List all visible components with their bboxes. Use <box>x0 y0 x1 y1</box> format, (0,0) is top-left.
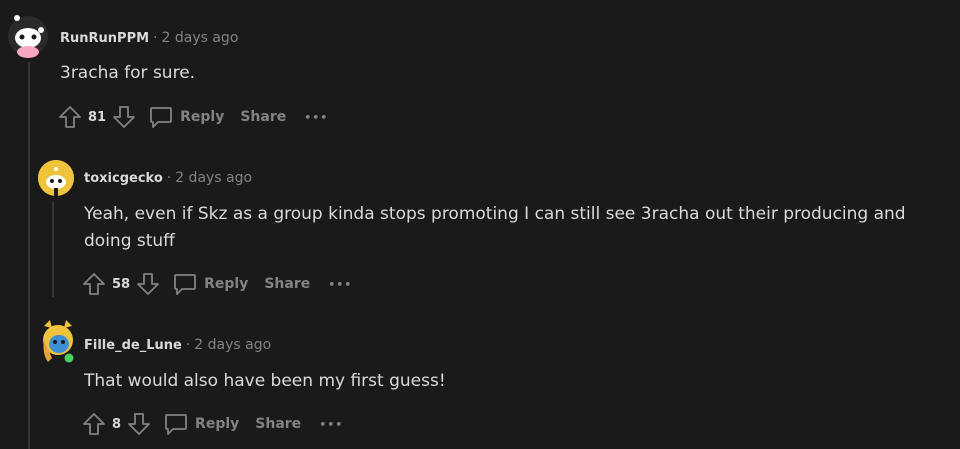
upvote-icon[interactable] <box>58 105 82 129</box>
vote-score: 58 <box>112 276 131 292</box>
thread-line-level2[interactable] <box>52 202 54 297</box>
thread-line-level1[interactable] <box>28 62 30 449</box>
vote-score: 81 <box>88 109 107 125</box>
username[interactable]: toxicgecko <box>84 171 163 186</box>
snoo-avatar-icon <box>38 160 74 196</box>
downvote-icon[interactable] <box>112 105 136 129</box>
comment-actions: 58 Reply Share ••• <box>82 270 352 298</box>
downvote-icon[interactable] <box>127 412 151 436</box>
reply-button[interactable]: Reply <box>163 411 239 437</box>
online-status-icon <box>64 353 74 363</box>
reply-label: Reply <box>180 109 225 125</box>
comment-icon <box>172 271 198 297</box>
comment-actions: 81 Reply Share ••• <box>58 103 328 131</box>
reply-button[interactable]: Reply <box>172 271 248 297</box>
comment-icon <box>148 104 174 130</box>
timestamp[interactable]: 2 days ago <box>162 30 239 46</box>
username[interactable]: Fille_de_Lune <box>84 338 182 353</box>
avatar[interactable] <box>38 320 78 366</box>
comment-body: Yeah, even if Skz as a group kinda stops… <box>84 204 906 251</box>
upvote-icon[interactable] <box>82 272 106 296</box>
separator: · <box>166 170 172 186</box>
comment-icon <box>163 411 189 437</box>
reply-label: Reply <box>195 416 240 432</box>
timestamp[interactable]: 2 days ago <box>194 337 271 353</box>
reply-button[interactable]: Reply <box>148 104 224 130</box>
snoo-avatar-icon <box>43 320 75 364</box>
timestamp[interactable]: 2 days ago <box>175 170 252 186</box>
upvote-icon[interactable] <box>82 412 106 436</box>
username[interactable]: RunRunPPM <box>60 31 149 46</box>
more-options-icon[interactable]: ••• <box>328 278 352 291</box>
separator: · <box>153 30 158 46</box>
share-button[interactable]: Share <box>240 109 286 125</box>
more-options-icon[interactable]: ••• <box>304 111 328 124</box>
vote-score: 8 <box>112 416 122 432</box>
more-options-icon[interactable]: ••• <box>319 418 343 431</box>
avatar[interactable] <box>8 14 48 58</box>
share-button[interactable]: Share <box>255 416 301 432</box>
comment-body: 3racha for sure. <box>60 63 196 83</box>
comment-body: That would also have been my first guess… <box>84 371 446 391</box>
downvote-icon[interactable] <box>136 272 160 296</box>
snoo-avatar-icon <box>8 15 48 58</box>
avatar[interactable] <box>38 160 74 196</box>
share-button[interactable]: Share <box>264 276 310 292</box>
comment-actions: 8 Reply Share ••• <box>82 410 343 438</box>
separator: · <box>185 337 191 353</box>
reply-label: Reply <box>204 276 249 292</box>
